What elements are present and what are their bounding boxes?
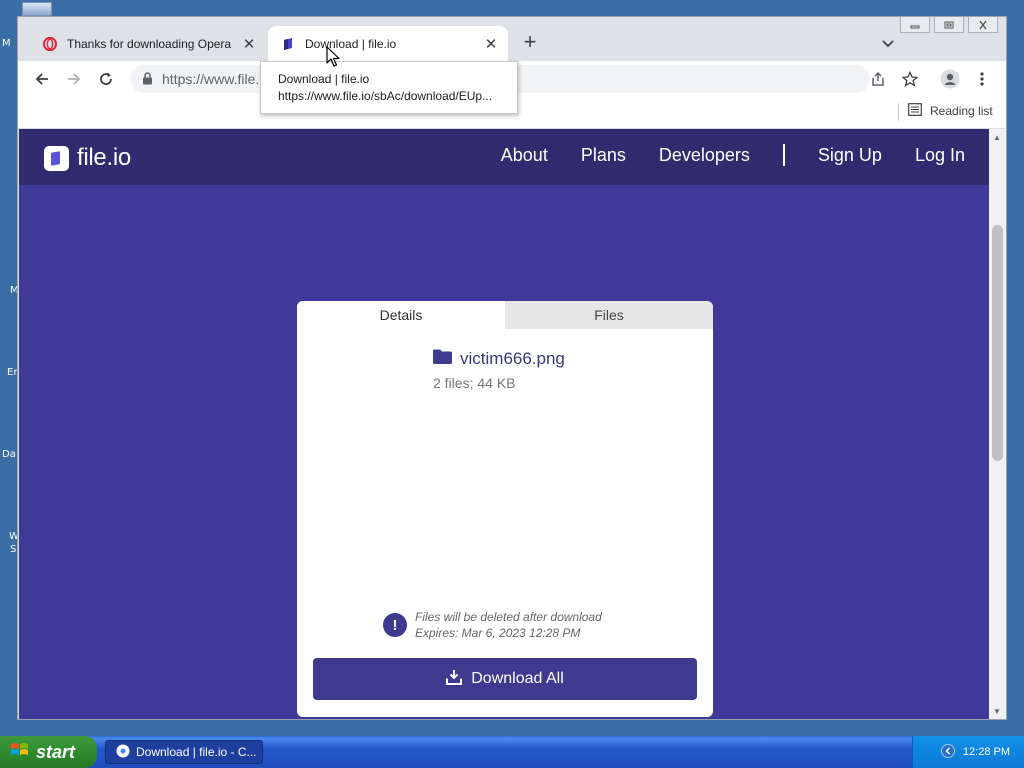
lock-icon[interactable]	[142, 72, 153, 90]
new-tab-button[interactable]: +	[518, 31, 542, 55]
mouse-cursor-icon	[326, 46, 340, 73]
taskbar-window-item[interactable]: Download | file.io - C...	[105, 740, 263, 764]
file-name: victim666.png	[460, 349, 565, 368]
address-url: https://www.file.	[162, 71, 260, 87]
site-nav: About Plans Developers Sign Up Log In	[468, 144, 965, 166]
nav-plans[interactable]: Plans	[581, 145, 626, 166]
tab-title: Thanks for downloading Opera	[67, 36, 232, 51]
scroll-thumb[interactable]	[992, 225, 1003, 461]
file-meta: 2 files; 44 KB	[433, 375, 516, 391]
tooltip-url: https://www.file.io/sbAc/download/EUp...	[278, 89, 493, 103]
close-tab-icon[interactable]: ✕	[480, 33, 502, 55]
desktop-icon-label[interactable]: M	[2, 38, 11, 49]
tab-tooltip: Download | file.io https://www.file.io/s…	[260, 61, 518, 114]
scroll-up-icon[interactable]: ▲	[993, 133, 1001, 142]
back-button[interactable]	[30, 67, 54, 91]
nav-log-in[interactable]: Log In	[915, 145, 965, 166]
tab-strip: Thanks for downloading Opera ✕ Download …	[18, 17, 1006, 61]
fileio-logo-icon	[44, 145, 69, 171]
download-all-button[interactable]: Download All	[313, 658, 697, 700]
tab-opera[interactable]: Thanks for downloading Opera ✕	[30, 26, 266, 61]
system-tray: 12:28 PM	[912, 736, 1024, 768]
page-scrollbar[interactable]: ▲ ▼	[989, 129, 1006, 719]
tab-details[interactable]: Details	[297, 301, 505, 329]
nav-about[interactable]: About	[501, 145, 548, 166]
close-tab-icon[interactable]: ✕	[238, 33, 260, 55]
forward-button[interactable]	[62, 67, 86, 91]
menu-kebab-icon[interactable]	[970, 67, 994, 91]
taskbar: start Download | file.io - C... 12:28 PM	[0, 736, 1024, 768]
download-icon	[446, 669, 463, 690]
folder-icon	[433, 349, 452, 369]
restore-button[interactable]	[934, 17, 964, 33]
exclamation-icon: !	[383, 613, 407, 637]
desktop-icon-label[interactable]: S	[10, 544, 16, 555]
reload-button[interactable]	[94, 67, 118, 91]
card-tabs: Details Files	[297, 301, 713, 329]
close-window-button[interactable]	[968, 17, 998, 33]
tray-expand-chevron-icon[interactable]	[940, 743, 955, 761]
profile-avatar-icon[interactable]	[938, 67, 962, 91]
notice-line-1: Files will be deleted after download	[415, 610, 602, 624]
site-header: file.io About Plans Developers Sign Up L…	[19, 129, 989, 185]
chrome-icon	[116, 744, 130, 761]
tab-fileio[interactable]: Download | file.io ✕	[268, 26, 508, 61]
browser-window: Thanks for downloading Opera ✕ Download …	[17, 16, 1007, 720]
tab-files[interactable]: Files	[505, 301, 713, 329]
desktop-icon[interactable]	[22, 2, 52, 16]
reading-list-label: Reading list	[930, 104, 993, 118]
reading-list-icon	[908, 103, 922, 119]
share-icon[interactable]	[866, 67, 890, 91]
tooltip-title: Download | file.io	[278, 72, 370, 86]
desktop-icon-label[interactable]: Da	[2, 449, 16, 460]
bookmark-separator	[898, 103, 899, 121]
download-card: Details Files victim666.png 2 files; 44 …	[297, 301, 713, 717]
deletion-notice: ! Files will be deleted after download E…	[383, 609, 602, 641]
nav-developers[interactable]: Developers	[659, 145, 750, 166]
nav-sign-up[interactable]: Sign Up	[818, 145, 882, 166]
nav-divider	[782, 144, 785, 166]
site-logo[interactable]: file.io	[44, 144, 131, 172]
start-button[interactable]: start	[0, 736, 97, 768]
reading-list-button[interactable]: Reading list	[908, 103, 993, 119]
clock[interactable]: 12:28 PM	[963, 746, 1010, 758]
page-viewport: file.io About Plans Developers Sign Up L…	[19, 129, 989, 719]
window-controls	[900, 17, 998, 33]
logo-text: file.io	[77, 144, 131, 171]
notice-text: Files will be deleted after download Exp…	[415, 609, 602, 641]
bookmark-star-icon[interactable]	[898, 67, 922, 91]
file-row: victim666.png	[433, 349, 565, 369]
opera-icon	[42, 36, 58, 52]
tab-search-chevron-icon[interactable]	[878, 33, 898, 53]
start-label: start	[36, 741, 76, 762]
notice-line-2: Expires: Mar 6, 2023 12:28 PM	[415, 626, 581, 640]
desktop-icon-label[interactable]: Er	[7, 367, 17, 378]
fileio-favicon-icon	[280, 36, 296, 52]
minimize-button[interactable]	[900, 17, 930, 33]
download-all-label: Download All	[471, 670, 564, 687]
taskbar-window-label: Download | file.io - C...	[136, 745, 257, 759]
windows-logo-icon	[10, 741, 30, 764]
scroll-down-icon[interactable]: ▼	[993, 707, 1001, 716]
